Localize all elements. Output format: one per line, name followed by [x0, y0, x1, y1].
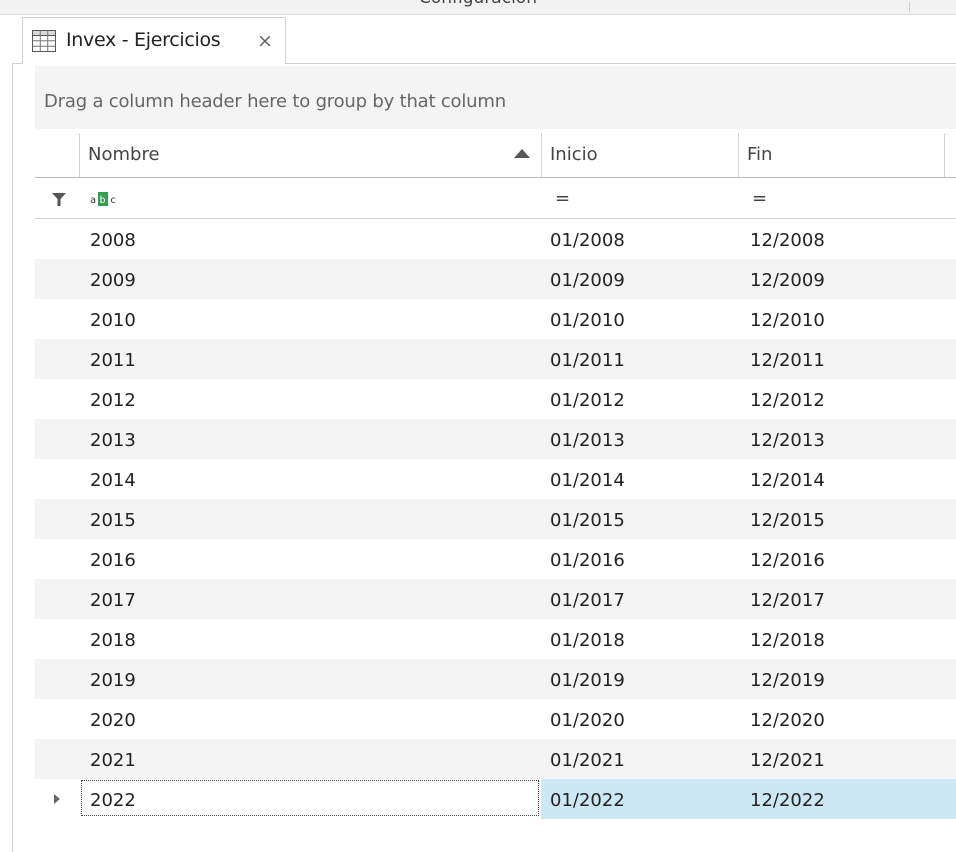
filter-icon[interactable] — [52, 193, 66, 206]
filter-operator-fin[interactable]: = — [752, 188, 767, 209]
table-row[interactable]: 2016 01/2016 12/2016 — [35, 539, 956, 579]
table-row[interactable]: 2010 01/2010 12/2010 — [35, 299, 956, 339]
column-header-nombre[interactable]: Nombre — [79, 133, 542, 177]
filter-operator-inicio[interactable]: = — [555, 188, 570, 209]
cell-inicio[interactable]: 01/2019 — [550, 670, 625, 691]
table-row[interactable]: 2011 01/2011 12/2011 — [35, 339, 956, 379]
cell-inicio[interactable]: 01/2012 — [550, 390, 625, 411]
cell-nombre[interactable]: 2021 — [90, 750, 136, 771]
table-row[interactable]: 2021 01/2021 12/2021 — [35, 739, 956, 779]
column-header-fin[interactable]: Fin — [738, 133, 945, 177]
cell-fin[interactable]: 12/2015 — [750, 510, 825, 531]
svg-text:a: a — [90, 195, 96, 206]
document-frame-edge — [12, 63, 13, 852]
tab-label: Invex - Ejercicios — [66, 29, 221, 51]
table-row[interactable]: 2015 01/2015 12/2015 — [35, 499, 956, 539]
cell-inicio[interactable]: 01/2009 — [550, 270, 625, 291]
cell-nombre[interactable]: 2016 — [90, 550, 136, 571]
column-header-row: Nombre Inicio Fin — [35, 133, 956, 178]
cell-fin[interactable]: 12/2019 — [750, 670, 825, 691]
cell-inicio[interactable]: 01/2020 — [550, 710, 625, 731]
cell-fin[interactable]: 12/2012 — [750, 390, 825, 411]
cell-inicio[interactable]: 01/2018 — [550, 630, 625, 651]
cell-fin[interactable]: 12/2011 — [750, 350, 825, 371]
table-row[interactable]: 2012 01/2012 12/2012 — [35, 379, 956, 419]
cell-inicio[interactable]: 01/2015 — [550, 510, 625, 531]
title-bar-divider — [909, 2, 910, 12]
cell-inicio[interactable]: 01/2008 — [550, 230, 625, 251]
cell-inicio[interactable]: 01/2021 — [550, 750, 625, 771]
cell-nombre[interactable]: 2013 — [90, 430, 136, 451]
cell-fin[interactable]: 12/2010 — [750, 310, 825, 331]
cell-nombre[interactable]: 2015 — [90, 510, 136, 531]
cell-fin[interactable]: 12/2008 — [750, 230, 825, 251]
current-row-indicator-icon — [54, 794, 60, 804]
tab-invex-ejercicios[interactable]: Invex - Ejercicios × — [22, 17, 286, 64]
table-row[interactable]: 2017 01/2017 12/2017 — [35, 579, 956, 619]
group-panel-hint: Drag a column header here to group by th… — [44, 91, 506, 112]
window-title-bar: Configuración — [0, 0, 956, 15]
cell-inicio[interactable]: 01/2010 — [550, 310, 625, 331]
cell-inicio[interactable]: 01/2014 — [550, 470, 625, 491]
cell-nombre[interactable]: 2017 — [90, 590, 136, 611]
table-row[interactable]: 2022 01/2022 12/2022 — [35, 779, 956, 819]
table-row[interactable]: 2008 01/2008 12/2008 — [35, 219, 956, 259]
cell-nombre[interactable]: 2011 — [90, 350, 136, 371]
abc-filter-icon[interactable]: a b c — [90, 191, 128, 207]
focused-cell[interactable] — [81, 780, 539, 816]
cell-fin[interactable]: 12/2017 — [750, 590, 825, 611]
table-row[interactable]: 2020 01/2020 12/2020 — [35, 699, 956, 739]
cell-fin[interactable]: 12/2009 — [750, 270, 825, 291]
svg-text:b: b — [100, 195, 106, 206]
window-title: Configuración — [0, 0, 956, 8]
cell-inicio[interactable]: 01/2016 — [550, 550, 625, 571]
cell-nombre[interactable]: 2012 — [90, 390, 136, 411]
cell-inicio[interactable]: 01/2011 — [550, 350, 625, 371]
table-row[interactable]: 2018 01/2018 12/2018 — [35, 619, 956, 659]
auto-filter-row: a b c = = — [35, 178, 956, 219]
grid-icon — [32, 30, 56, 52]
cell-fin[interactable]: 12/2014 — [750, 470, 825, 491]
header-indicator-cell — [35, 133, 79, 177]
cell-fin[interactable]: 12/2020 — [750, 710, 825, 731]
cell-nombre[interactable]: 2010 — [90, 310, 136, 331]
column-header-inicio[interactable]: Inicio — [541, 133, 739, 177]
cell-inicio[interactable]: 01/2017 — [550, 590, 625, 611]
cell-nombre[interactable]: 2014 — [90, 470, 136, 491]
sort-ascending-icon — [514, 149, 530, 158]
cell-fin[interactable]: 12/2022 — [750, 790, 825, 811]
close-icon[interactable]: × — [257, 30, 273, 52]
cell-fin[interactable]: 12/2016 — [750, 550, 825, 571]
svg-text:c: c — [110, 195, 116, 206]
table-row[interactable]: 2013 01/2013 12/2013 — [35, 419, 956, 459]
cell-nombre[interactable]: 2022 — [90, 790, 136, 811]
cell-nombre[interactable]: 2020 — [90, 710, 136, 731]
cell-fin[interactable]: 12/2021 — [750, 750, 825, 771]
table-row[interactable]: 2014 01/2014 12/2014 — [35, 459, 956, 499]
cell-inicio[interactable]: 01/2022 — [550, 790, 625, 811]
cell-nombre[interactable]: 2019 — [90, 670, 136, 691]
table-row[interactable]: 2019 01/2019 12/2019 — [35, 659, 956, 699]
table-row[interactable]: 2009 01/2009 12/2009 — [35, 259, 956, 299]
cell-fin[interactable]: 12/2013 — [750, 430, 825, 451]
cell-nombre[interactable]: 2018 — [90, 630, 136, 651]
cell-nombre[interactable]: 2008 — [90, 230, 136, 251]
cell-fin[interactable]: 12/2018 — [750, 630, 825, 651]
cell-inicio[interactable]: 01/2013 — [550, 430, 625, 451]
group-by-panel[interactable]: Drag a column header here to group by th… — [35, 66, 956, 129]
cell-nombre[interactable]: 2009 — [90, 270, 136, 291]
